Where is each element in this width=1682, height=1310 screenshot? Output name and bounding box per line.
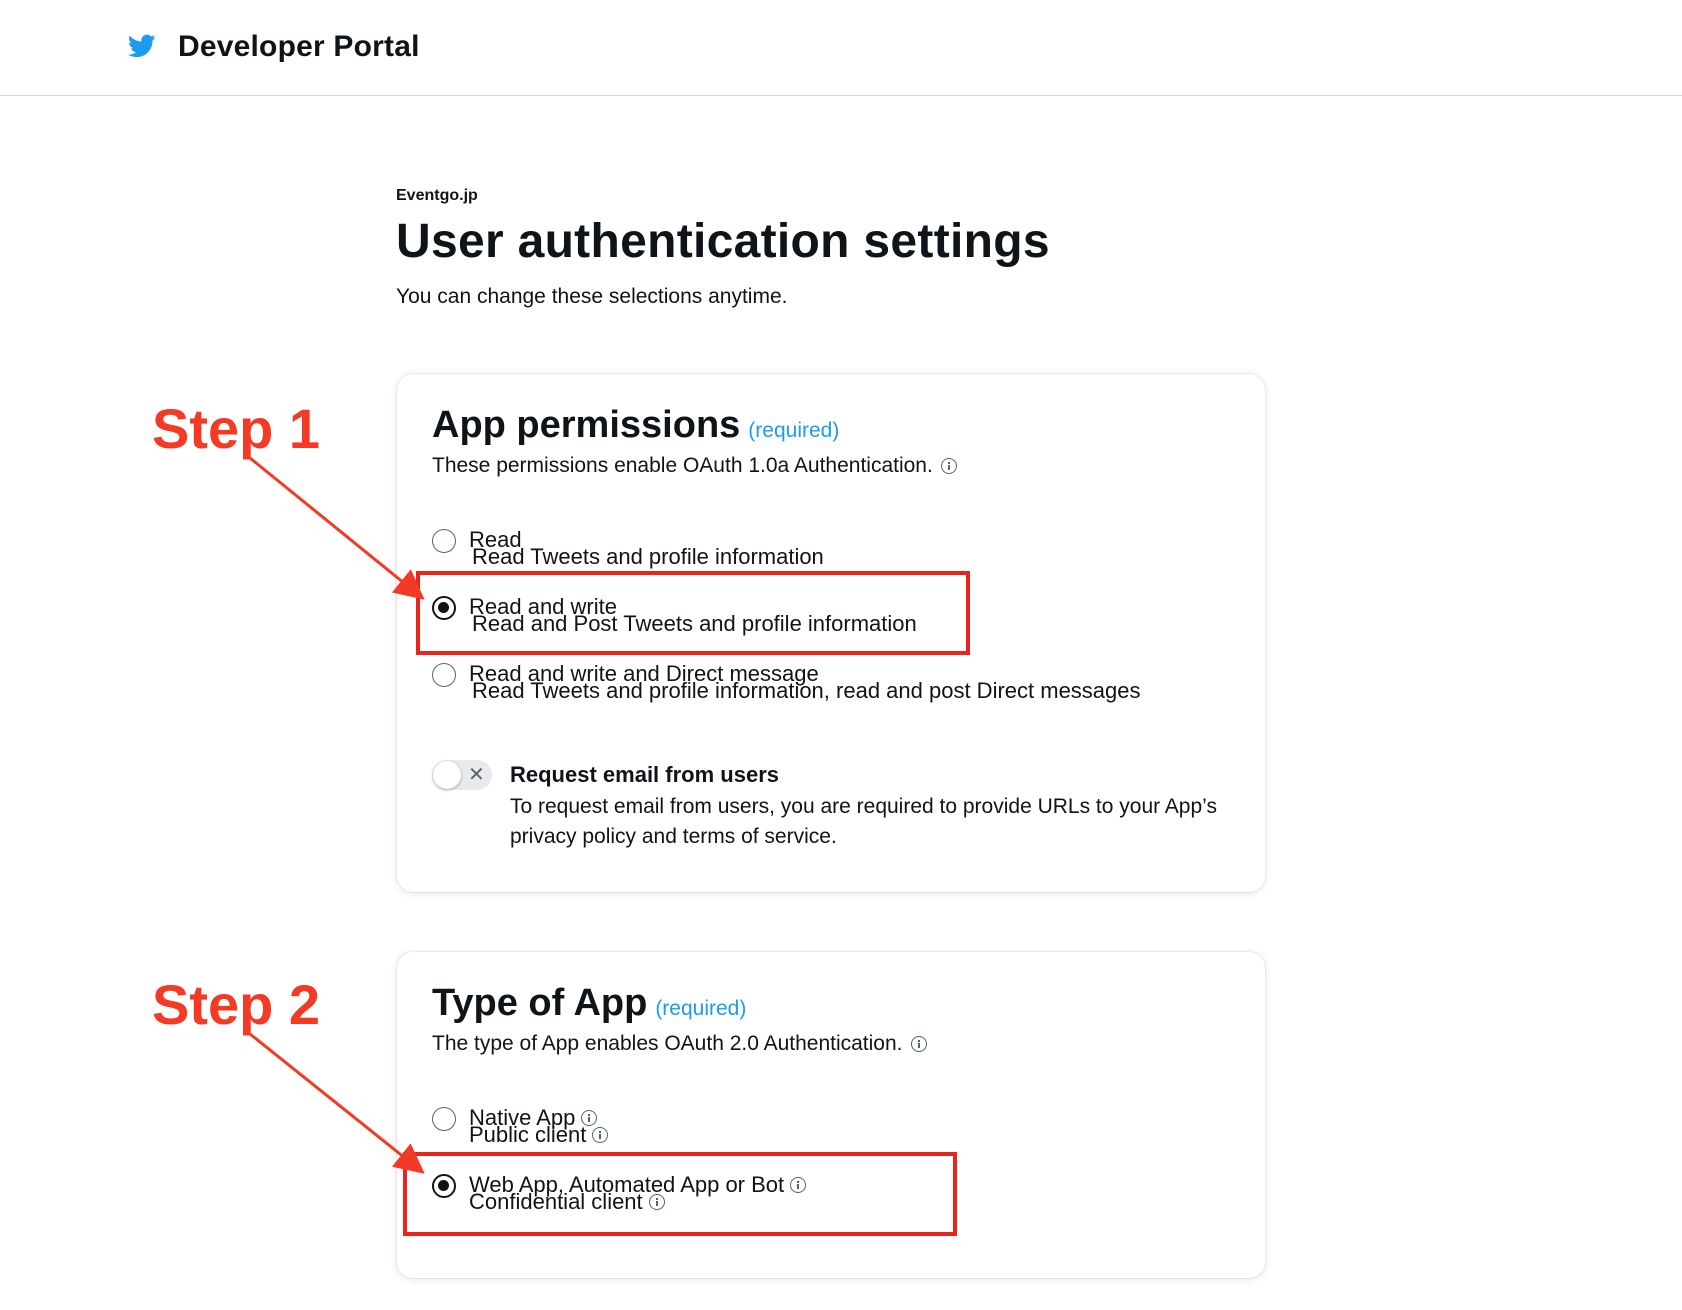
arrow-step-1	[249, 456, 425, 600]
annotation-arrows	[249, 456, 425, 1174]
arrow-step-2	[249, 1032, 425, 1174]
